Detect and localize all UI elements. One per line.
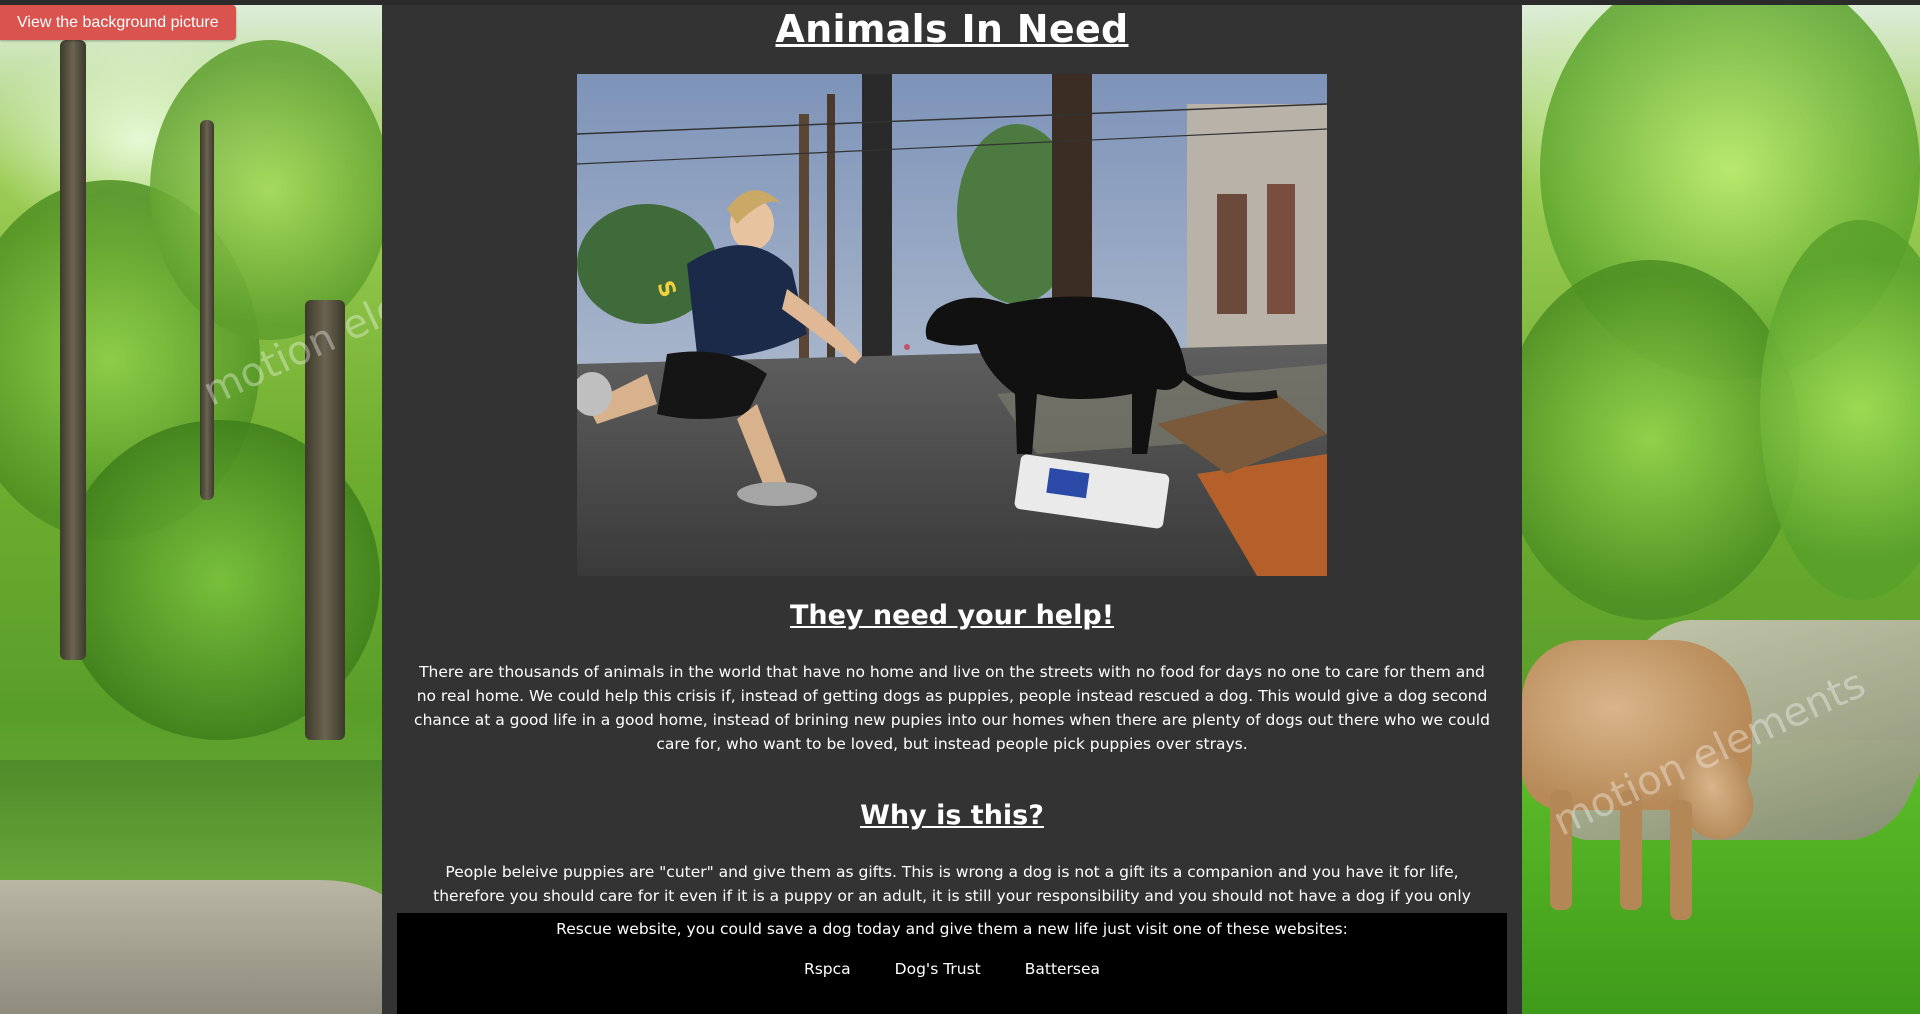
rescue-links: Rspca Dog's Trust Battersea (397, 957, 1507, 981)
section-text-help: There are thousands of animals in the wo… (414, 663, 1490, 753)
background-calf-leg (1670, 800, 1692, 920)
background-path (0, 880, 400, 1014)
background-foliage (150, 40, 390, 340)
background-tree-trunk (200, 120, 214, 500)
background-tree-trunk (60, 40, 86, 660)
rescue-panel: Rescue website, you could save a dog tod… (397, 913, 1507, 1014)
page-title: Animals In Need (775, 7, 1129, 51)
view-background-button[interactable]: View the background picture (0, 5, 236, 40)
section-heading-why: Why is this? (860, 800, 1044, 831)
rescue-text: Rescue website, you could save a dog tod… (556, 920, 1348, 938)
background-foliage (1500, 260, 1800, 620)
rescue-link-dogs-trust[interactable]: Dog's Trust (895, 957, 981, 981)
rescue-link-rspca[interactable]: Rspca (804, 957, 851, 981)
section-heading-help: They need your help! (789, 600, 1115, 631)
main-content: Animals In Need S They need your help! T… (382, 5, 1522, 1014)
background-grass (0, 760, 390, 900)
hero-image: S (577, 74, 1327, 576)
rescue-link-battersea[interactable]: Battersea (1025, 957, 1100, 981)
top-border (0, 0, 1920, 5)
